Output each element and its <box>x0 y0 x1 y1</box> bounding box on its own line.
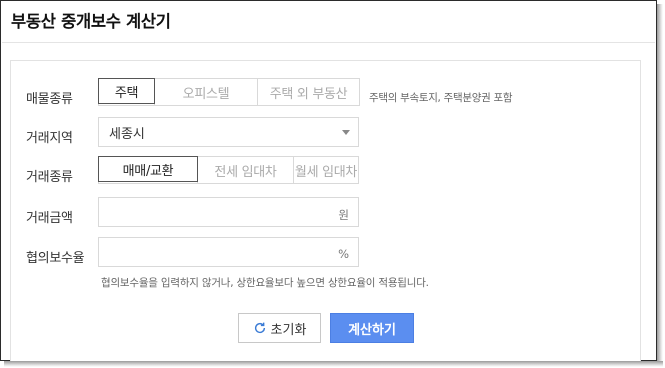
calculator-window: 부동산 중개보수 계산기 매물종류 주택 오피스텔 주택 외 부동산 주택의 부… <box>0 0 657 361</box>
property-type-segmented: 주택 오피스텔 주택 외 부동산 <box>98 78 360 106</box>
form-panel: 매물종류 주택 오피스텔 주택 외 부동산 주택의 부속토지, 주택분양권 포함… <box>10 60 641 361</box>
fee-rate-note: 협의보수율을 입력하지 않거나, 상한요율보다 높으면 상한요율이 적용됩니다. <box>101 277 429 289</box>
fee-rate-unit: % <box>338 247 349 261</box>
region-select[interactable]: 세종시 <box>98 117 359 147</box>
page-title: 부동산 중개보수 계산기 <box>11 12 171 31</box>
property-type-option-other[interactable]: 주택 외 부동산 <box>257 79 359 105</box>
reset-button-label: 초기화 <box>270 322 307 338</box>
fee-rate-label: 협의보수율 <box>26 251 85 266</box>
transaction-type-label: 거래종류 <box>26 170 73 185</box>
transaction-type-option-jeonse[interactable]: 전세 임대차 <box>197 157 293 183</box>
amount-unit: 원 <box>338 208 349 222</box>
amount-label: 거래금액 <box>26 211 73 226</box>
window-shadow-right <box>657 4 663 364</box>
calculate-button-label: 계산하기 <box>348 322 396 338</box>
reset-button[interactable]: 초기화 <box>238 313 321 343</box>
property-type-hint: 주택의 부속토지, 주택분양권 포함 <box>369 92 513 104</box>
title-divider <box>2 42 655 43</box>
fee-rate-input[interactable] <box>99 238 358 266</box>
region-label: 거래지역 <box>26 131 73 146</box>
calculate-button[interactable]: 계산하기 <box>330 313 414 343</box>
transaction-type-option-sale[interactable]: 매매/교환 <box>98 156 198 182</box>
region-select-value: 세종시 <box>109 126 145 142</box>
property-type-option-house[interactable]: 주택 <box>98 78 155 104</box>
property-type-option-officetel[interactable]: 오피스텔 <box>154 79 257 105</box>
property-type-label: 매물종류 <box>26 92 73 107</box>
refresh-icon <box>254 322 265 334</box>
transaction-type-segmented: 매매/교환 전세 임대차 월세 임대차 <box>98 156 359 184</box>
amount-input[interactable] <box>99 198 358 226</box>
fee-rate-field-wrap: % <box>98 237 359 267</box>
window-shadow-bottom <box>4 361 663 367</box>
amount-field-wrap: 원 <box>98 197 359 227</box>
transaction-type-option-monthly[interactable]: 월세 임대차 <box>293 157 358 183</box>
chevron-down-icon <box>342 130 350 135</box>
